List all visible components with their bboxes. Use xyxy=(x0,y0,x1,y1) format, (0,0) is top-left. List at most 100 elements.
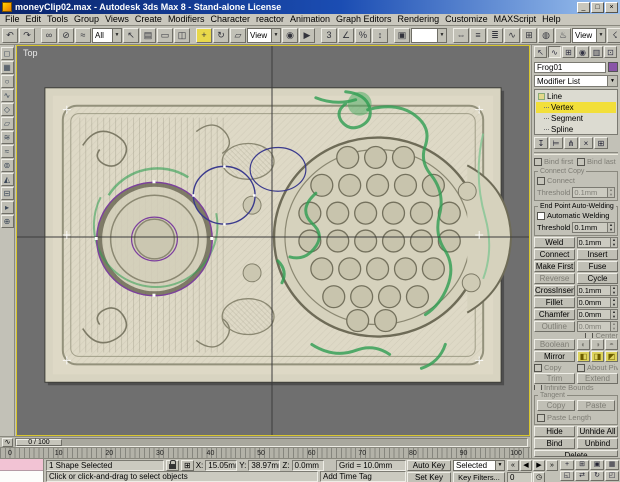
render-type-dropdown[interactable]: View ▼ xyxy=(572,27,606,43)
x-coordinate-field[interactable]: 15.05mm xyxy=(205,460,238,471)
open-mini-curve-editor-button[interactable]: ∿ xyxy=(2,437,13,447)
menu-file[interactable]: File xyxy=(2,14,23,25)
undo-icon[interactable]: ↶ ▼ xyxy=(2,27,18,43)
outline-button[interactable]: Outline xyxy=(534,321,575,332)
reactor-deforming-mesh-collection-icon[interactable]: ◇ xyxy=(0,103,14,116)
reverse-button[interactable]: Reverse xyxy=(534,273,575,284)
set-key-button[interactable]: Set Key xyxy=(407,472,451,482)
menu-help[interactable]: Help xyxy=(539,14,564,25)
viewport-label[interactable]: Top xyxy=(23,48,38,58)
automatic-welding-checkbox[interactable]: Automatic Welding xyxy=(537,211,615,220)
y-coordinate-field[interactable]: 38.97mm xyxy=(248,460,281,471)
object-name-field[interactable]: Frog01 xyxy=(534,61,606,73)
angle-snap-toggle-icon[interactable]: ∠ ▼ xyxy=(338,27,354,43)
paste-length-checkbox[interactable]: Paste Length xyxy=(537,413,615,422)
tab-modify[interactable]: ∿ xyxy=(548,46,561,58)
viewport-canvas[interactable] xyxy=(17,46,529,435)
about-pivot-checkbox[interactable]: About Pivot xyxy=(577,363,618,372)
menu-views[interactable]: Views xyxy=(102,14,132,25)
go-to-end-button[interactable]: » xyxy=(546,460,558,471)
select-and-link-icon[interactable]: ∞ ▼ xyxy=(41,27,57,43)
arc-rotate-icon[interactable]: ↻ xyxy=(590,471,604,481)
bind-last-checkbox[interactable]: Bind last xyxy=(577,157,618,166)
track-bar[interactable]: 0 10 20 30 40 50 60 70 80 90 100 xyxy=(0,447,530,458)
configure-modifier-sets-icon[interactable]: ⊞ xyxy=(594,137,608,149)
maximize-button[interactable]: □ xyxy=(591,1,604,13)
hide-button[interactable]: Hide xyxy=(534,426,575,437)
outline-center-checkbox[interactable]: Center xyxy=(534,333,618,338)
menu-graph-editors[interactable]: Graph Editors xyxy=(333,14,395,25)
snaps-toggle-icon[interactable]: 3 ▼ xyxy=(321,27,337,43)
select-object-icon[interactable]: ↖ ▼ xyxy=(123,27,139,43)
schematic-view-icon[interactable]: ⊞ ▼ xyxy=(521,27,537,43)
bind-button[interactable]: Bind xyxy=(534,438,575,449)
time-slider-track[interactable]: 0 / 100 xyxy=(15,437,528,447)
unbind-button[interactable]: Unbind xyxy=(577,438,618,449)
reactor-fracture-icon[interactable]: ◭ xyxy=(0,173,14,186)
stack-subobject-item[interactable]: Vertex xyxy=(536,102,616,113)
min-max-toggle-icon[interactable]: ◰ xyxy=(605,471,619,481)
select-and-scale-icon[interactable]: ▱ ▼ xyxy=(230,27,246,43)
select-and-rotate-icon[interactable]: ↻ ▼ xyxy=(213,27,229,43)
boolean-button[interactable]: Boolean xyxy=(534,339,575,350)
stack-item-line[interactable]: Line xyxy=(536,91,616,102)
cross-insert-button[interactable]: CrossInsert xyxy=(534,285,575,296)
select-and-move-icon[interactable]: + ▼ xyxy=(196,27,212,43)
menu-reactor[interactable]: reactor xyxy=(253,14,287,25)
previous-frame-button[interactable]: ◀ xyxy=(520,460,532,471)
menu-edit[interactable]: Edit xyxy=(23,14,45,25)
tangent-paste-button[interactable]: Paste xyxy=(577,400,615,411)
show-end-result-icon[interactable]: ⊨ xyxy=(549,137,563,149)
tab-utilities[interactable]: ⊡ xyxy=(604,46,617,58)
selection-lock-toggle[interactable] xyxy=(166,460,179,471)
time-configuration-button[interactable]: ◷ xyxy=(533,472,545,482)
reactor-wind-icon[interactable]: ≈ xyxy=(0,145,14,158)
chamfer-button[interactable]: Chamfer xyxy=(534,309,575,320)
zoom-extents-icon[interactable]: ▣ xyxy=(590,460,604,470)
menu-animation[interactable]: Animation xyxy=(287,14,333,25)
boolean-union-icon[interactable]: ◐ xyxy=(577,339,590,350)
reactor-preview-animation-icon[interactable]: ▸ xyxy=(0,201,14,214)
key-mode-dropdown[interactable]: Selected ▼ xyxy=(453,460,505,471)
play-animation-button[interactable]: ▶ xyxy=(533,460,545,471)
reference-coordinate-system-dropdown[interactable]: View ▼ xyxy=(247,27,281,43)
percent-snap-toggle-icon[interactable]: % ▼ xyxy=(355,27,371,43)
modifier-list-dropdown[interactable]: Modifier List ▼ xyxy=(534,75,618,87)
key-filters-button[interactable]: Key Filters... xyxy=(453,472,505,482)
reactor-utilities-icon[interactable]: ⊕ xyxy=(0,215,14,228)
mirror-copy-checkbox[interactable]: Copy xyxy=(534,363,575,372)
zoom-all-icon[interactable]: ⊞ xyxy=(575,460,589,470)
remove-modifier-icon[interactable]: × xyxy=(579,137,593,149)
edit-named-selection-sets-icon[interactable]: ▣ ▼ xyxy=(394,27,410,43)
reactor-spring-icon[interactable]: ≋ xyxy=(0,131,14,144)
curve-editor-icon[interactable]: ∿ ▼ xyxy=(504,27,520,43)
tab-display[interactable]: ▥ xyxy=(590,46,603,58)
z-coordinate-field[interactable]: 0.0mm xyxy=(291,460,324,471)
mirror-horizontal-icon[interactable]: ◧ xyxy=(577,351,590,362)
tangent-copy-button[interactable]: Copy xyxy=(537,400,575,411)
unhide-all-button[interactable]: Unhide All xyxy=(577,426,618,437)
weld-spinner[interactable]: 0.1mm ▴ ▾ xyxy=(576,237,618,248)
bind-to-space-warp-icon[interactable]: ≈ ▼ xyxy=(75,27,91,43)
spinner-snap-toggle-icon[interactable]: ↕ ▼ xyxy=(372,27,388,43)
unl​ink-selection-icon[interactable]: ⊘ ▼ xyxy=(58,27,74,43)
layer-manager-icon[interactable]: ≣ ▼ xyxy=(487,27,503,43)
zoom-extents-all-icon[interactable]: ▦ xyxy=(605,460,619,470)
time-slider-handle[interactable]: 0 / 100 xyxy=(16,438,62,446)
reactor-motor-icon[interactable]: ⊚ xyxy=(0,159,14,172)
extend-button[interactable]: Extend xyxy=(577,373,618,384)
stack-subobject-item[interactable]: Spline xyxy=(536,124,616,134)
tab-motion[interactable]: ◉ xyxy=(576,46,589,58)
insert-button[interactable]: Insert xyxy=(577,249,618,260)
fuse-button[interactable]: Fuse xyxy=(577,261,618,272)
align-icon[interactable]: ≡ ▼ xyxy=(470,27,486,43)
region-zoom-icon[interactable]: ◱ xyxy=(560,471,574,481)
mirror-both-icon[interactable]: ◩ xyxy=(605,351,618,362)
fillet-spinner[interactable]: 0.0mm ▴ ▾ xyxy=(576,297,618,308)
mirror-button[interactable]: Mirror xyxy=(534,351,575,362)
menu-group[interactable]: Group xyxy=(71,14,102,25)
menu-tools[interactable]: Tools xyxy=(44,14,71,25)
reactor-soft-body-collection-icon[interactable]: ○ xyxy=(0,75,14,88)
render-scene-icon[interactable]: ♨ ▼ xyxy=(555,27,571,43)
object-color-swatch[interactable] xyxy=(608,62,618,72)
